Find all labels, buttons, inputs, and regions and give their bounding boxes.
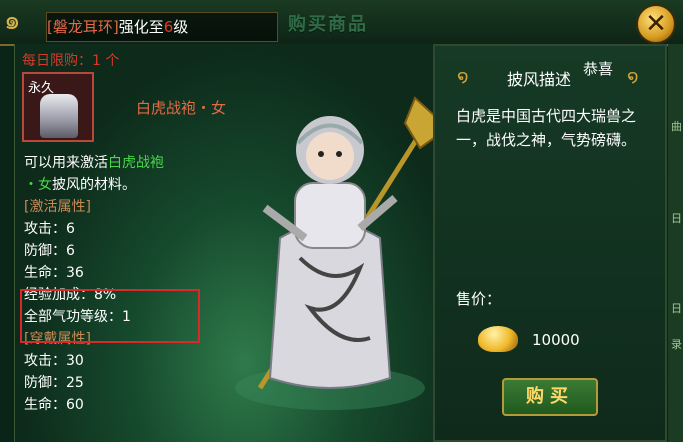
edge-label: 录 [671, 338, 682, 351]
edge-label: 日 [671, 212, 682, 225]
stat-line: 防御：25 [24, 375, 84, 391]
item-slot-label: 永久 [28, 81, 55, 96]
item-slot[interactable]: 永久 [22, 72, 94, 142]
edge-label: 曲 [671, 120, 682, 133]
stat-line: 攻击：6 [24, 221, 75, 237]
congrats-text: 恭喜 [583, 60, 614, 78]
notice-item: 磐龙耳环 [52, 18, 113, 36]
close-button[interactable]: ✕ [636, 4, 676, 44]
desc-link-2[interactable]: ・女 [24, 177, 52, 193]
price-value: 10000 [532, 331, 580, 349]
notice-text-a: 强化至 [118, 18, 164, 36]
item-name: 白虎战袍・女 [136, 99, 227, 117]
window-title: 购买商品 [288, 14, 368, 35]
side-edge: 曲 日 日 录 [668, 44, 683, 442]
activate-header: [激活属性] [24, 199, 91, 215]
cape-description: 白虎是中国古代四大瑞兽之一，战伐之神，气势磅礴。 [456, 107, 637, 149]
price-label: 售价： [456, 290, 502, 308]
cloud-ornament-icon: ໑ [627, 66, 639, 87]
notice-strip: [磐龙耳环]强化至6级 [46, 12, 278, 42]
notice-level: 6 [163, 18, 174, 36]
daily-limit: 每日限购：1 个 [22, 53, 120, 69]
cloud-ornament-icon: ໑ [457, 66, 469, 87]
cloud-ornament-icon: ๑ [4, 6, 21, 36]
edge-label: 日 [671, 302, 682, 315]
highlight-box [20, 289, 200, 343]
desc-text-a: 可以用来激活 [24, 155, 108, 171]
item-description: 可以用来激活白虎战袍 ・女披风的材料。 [激活属性] 攻击：6 防御：6 生命：… [24, 152, 224, 416]
desc-text-b: 披风的材料。 [52, 177, 136, 193]
close-icon: ✕ [645, 9, 667, 39]
panel-heading: ໑ 披风描述 ໑ [457, 62, 647, 92]
stat-line: 攻击：30 [24, 353, 84, 369]
panel-heading-text: 披风描述 [507, 70, 572, 89]
buy-button-label: 购买 [526, 386, 574, 407]
stat-line: 生命：36 [24, 265, 84, 281]
notice-text-b: 级 [173, 18, 189, 36]
desc-link-1[interactable]: 白虎战袍 [108, 155, 164, 171]
gold-ingot-icon [478, 326, 518, 352]
armor-icon [40, 94, 78, 138]
buy-button[interactable]: 购买 [502, 378, 598, 416]
stat-line: 生命：60 [24, 397, 84, 413]
stat-line: 防御：6 [24, 243, 75, 259]
character-illustration [235, 96, 450, 410]
